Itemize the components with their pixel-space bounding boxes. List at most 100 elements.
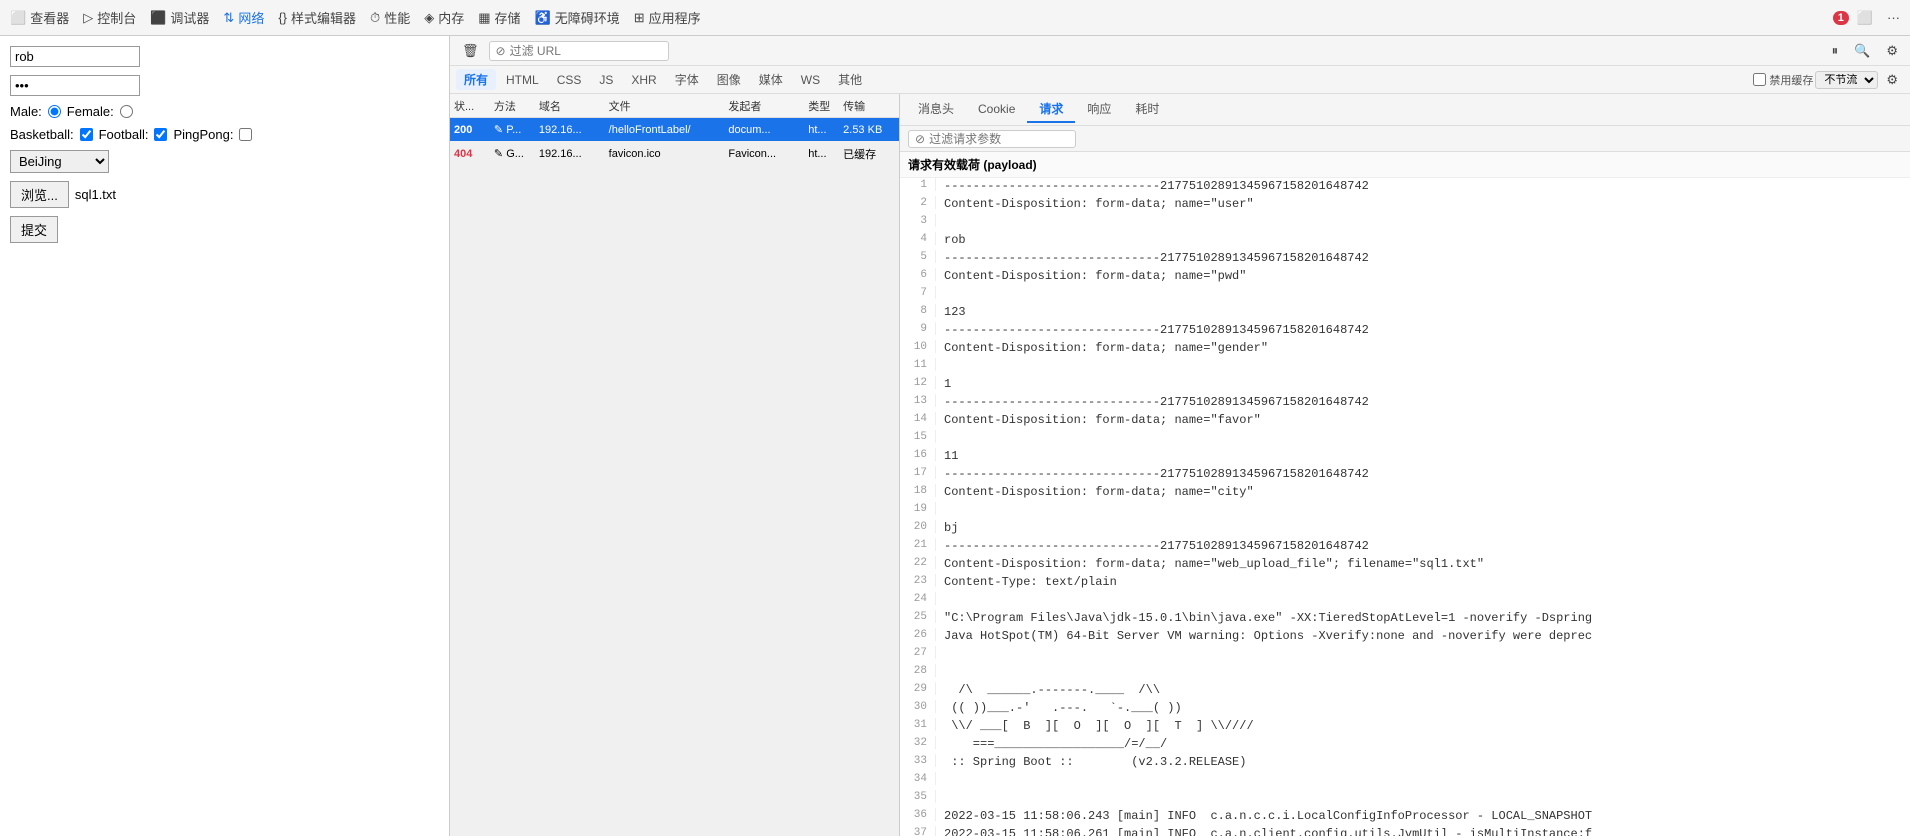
console-btn[interactable]: ▷ 控制台 xyxy=(77,4,142,31)
style-icon: {} xyxy=(278,10,287,25)
net-row-1[interactable]: 200 ✎ P... 192.16... /helloFrontLabel/ d… xyxy=(450,118,899,142)
console-icon: ▷ xyxy=(83,10,93,26)
line-number: 19 xyxy=(900,502,936,515)
storage-btn[interactable]: ▦ 存储 xyxy=(472,4,526,31)
line-number: 4 xyxy=(900,232,936,245)
password-input[interactable] xyxy=(10,75,140,96)
network-settings-btn[interactable]: ⚙ xyxy=(1880,68,1904,92)
responsive-btn[interactable]: ⬜ xyxy=(1851,6,1879,30)
male-radio[interactable] xyxy=(48,105,61,118)
type-tab-js[interactable]: JS xyxy=(591,71,621,89)
initiator-2: Favicon... xyxy=(724,148,804,160)
application-btn[interactable]: ⊞ 应用程序 xyxy=(628,4,707,31)
line-content: 123 xyxy=(936,304,966,319)
line-number: 36 xyxy=(900,808,936,821)
browse-btn[interactable]: 浏览... xyxy=(10,181,69,208)
type-tab-html[interactable]: HTML xyxy=(498,71,547,89)
payload-section-label: 请求有效载荷 (payload) xyxy=(908,158,1037,172)
line-content: ------------------------------2177510289… xyxy=(936,250,1369,265)
line-number: 2 xyxy=(900,196,936,209)
payload-line: 121 xyxy=(900,376,1910,394)
clear-network-btn[interactable]: 🗑 xyxy=(456,39,485,63)
username-input[interactable] xyxy=(10,46,140,67)
line-content xyxy=(936,592,944,593)
style-label: 样式编辑器 xyxy=(291,8,356,27)
payload-line: 28 xyxy=(900,664,1910,682)
line-content: bj xyxy=(936,520,958,535)
more-btn[interactable]: ··· xyxy=(1881,6,1906,29)
payload-line: 19 xyxy=(900,502,1910,520)
pingpong-checkbox[interactable] xyxy=(239,128,252,141)
tab-request[interactable]: 请求 xyxy=(1027,96,1075,123)
line-content: ------------------------------2177510289… xyxy=(936,394,1369,409)
pause-btn[interactable]: ⏸ xyxy=(1826,39,1845,63)
payload-content[interactable]: 1------------------------------217751028… xyxy=(900,178,1910,836)
net-row-2[interactable]: 404 ✎ G... 192.16... favicon.ico Favicon… xyxy=(450,142,899,166)
filter-input-wrap: ⊘ xyxy=(489,41,669,61)
right-panel: 消息头 Cookie 请求 响应 耗时 ⊘ 请求有效载荷 (payload) xyxy=(900,94,1910,836)
line-content: :: Spring Boot :: (v2.3.2.RELEASE) xyxy=(936,754,1246,769)
type-tab-font[interactable]: 字体 xyxy=(667,69,707,90)
storage-icon: ▦ xyxy=(478,10,490,26)
col-header-domain: 域名 xyxy=(535,98,605,114)
username-row xyxy=(10,46,439,67)
type-tab-all[interactable]: 所有 xyxy=(456,69,496,90)
type-tab-ws[interactable]: WS xyxy=(793,71,828,89)
line-content: ------------------------------2177510289… xyxy=(936,538,1369,553)
city-select[interactable]: BeiJing ShangHai GuangZhou xyxy=(10,150,109,173)
female-radio[interactable] xyxy=(120,105,133,118)
search-btn[interactable]: 🔍 xyxy=(1848,39,1876,63)
tab-response[interactable]: 响应 xyxy=(1075,96,1123,123)
payload-line: 10Content-Disposition: form-data; name="… xyxy=(900,340,1910,358)
memory-label: 内存 xyxy=(438,8,464,27)
line-content xyxy=(936,646,944,647)
type-tab-css[interactable]: CSS xyxy=(549,71,590,89)
performance-btn[interactable]: ⏱ 性能 xyxy=(364,4,416,31)
memory-btn[interactable]: ◈ 内存 xyxy=(418,4,470,31)
disable-cache-checkbox[interactable] xyxy=(1753,73,1766,86)
settings-gear-btn[interactable]: ⚙ xyxy=(1880,39,1904,63)
file-2: favicon.ico xyxy=(605,148,725,160)
network-btn[interactable]: ⇅ 网络 xyxy=(217,4,270,31)
accessibility-icon: ♿ xyxy=(535,10,551,26)
application-icon: ⊞ xyxy=(634,10,645,26)
type-tab-other[interactable]: 其他 xyxy=(830,69,870,90)
style-editor-btn[interactable]: {} 样式编辑器 xyxy=(272,4,362,31)
line-number: 17 xyxy=(900,466,936,479)
network-request-list: 状... 方法 域名 文件 发起者 类型 传输 200 ✎ P.. xyxy=(450,94,900,836)
type-tab-image[interactable]: 图像 xyxy=(709,69,749,90)
payload-line: 17------------------------------21775102… xyxy=(900,466,1910,484)
throttle-select[interactable]: 不节流 xyxy=(1815,71,1878,89)
line-content xyxy=(936,664,944,665)
type-tab-xhr[interactable]: XHR xyxy=(623,71,664,89)
disable-cache-label[interactable]: 禁用缓存 xyxy=(1753,72,1813,88)
payload-line: 31 \\/ ___[ B ][ O ][ O ][ T ] \\//// xyxy=(900,718,1910,736)
storage-label: 存储 xyxy=(495,8,521,27)
type-filter-bar: 所有 HTML CSS JS XHR 字体 图像 媒体 WS 其他 禁用缓存 不… xyxy=(450,66,1910,94)
filter-params-input[interactable] xyxy=(929,132,1069,146)
line-number: 8 xyxy=(900,304,936,317)
line-content: Content-Disposition: form-data; name="we… xyxy=(936,556,1484,571)
line-number: 13 xyxy=(900,394,936,407)
password-row xyxy=(10,75,439,96)
line-number: 10 xyxy=(900,340,936,353)
url-filter-input[interactable] xyxy=(510,44,650,58)
payload-line: 27 xyxy=(900,646,1910,664)
basketball-label: Basketball: xyxy=(10,127,74,142)
basketball-checkbox[interactable] xyxy=(80,128,93,141)
tab-timing[interactable]: 耗时 xyxy=(1123,96,1171,123)
tab-headers[interactable]: 消息头 xyxy=(906,96,966,123)
line-number: 12 xyxy=(900,376,936,389)
tab-cookies[interactable]: Cookie xyxy=(966,98,1027,122)
pingpong-label: PingPong: xyxy=(173,127,233,142)
submit-btn[interactable]: 提交 xyxy=(10,216,58,243)
memory-icon: ◈ xyxy=(424,10,434,26)
line-content: 2022-03-15 11:58:06.243 [main] INFO c.a.… xyxy=(936,808,1592,823)
inspector-btn[interactable]: ⬜ 查看器 xyxy=(4,4,75,31)
debugger-btn[interactable]: ⬛ 调试器 xyxy=(144,4,215,31)
line-number: 27 xyxy=(900,646,936,659)
football-checkbox[interactable] xyxy=(154,128,167,141)
accessibility-label: 无障碍环境 xyxy=(555,8,620,27)
accessibility-btn[interactable]: ♿ 无障碍环境 xyxy=(529,4,626,31)
type-tab-media[interactable]: 媒体 xyxy=(751,69,791,90)
